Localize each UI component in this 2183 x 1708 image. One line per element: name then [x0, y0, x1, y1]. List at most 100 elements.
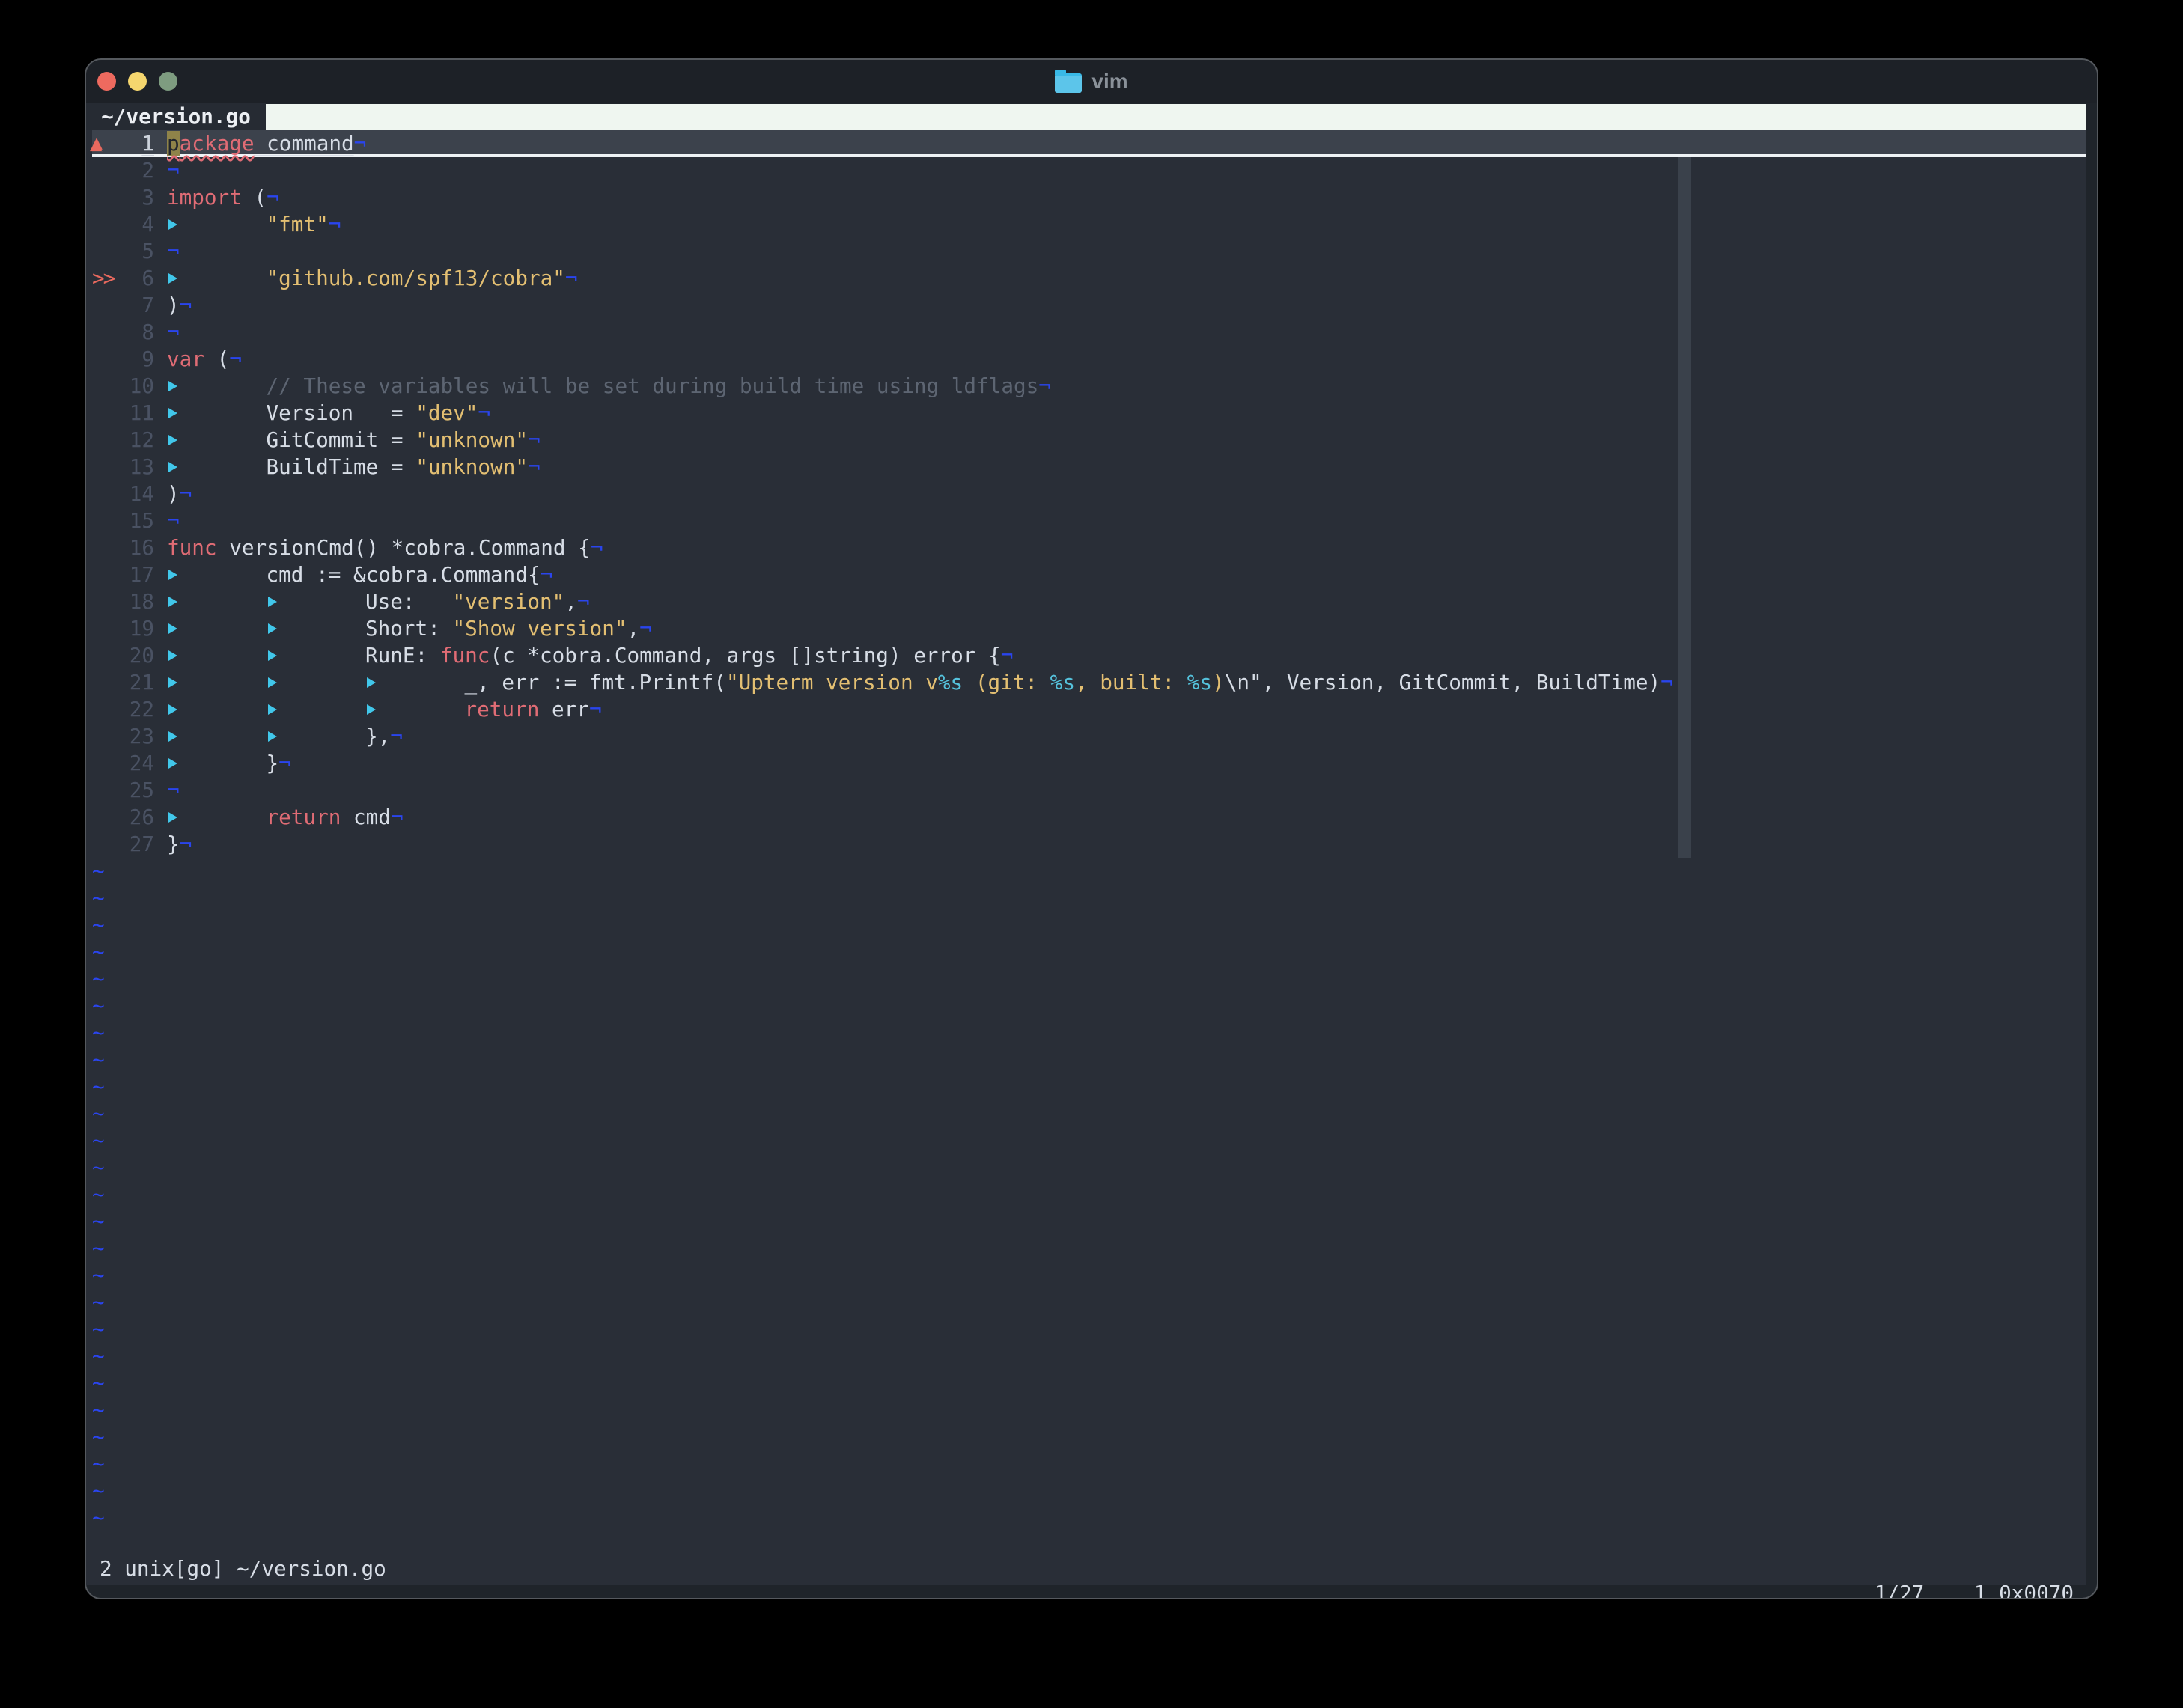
code-line[interactable]: 5 ¬ — [92, 238, 2086, 265]
tab-indent-icon — [267, 669, 366, 696]
eol-marker-icon: ¬ — [390, 724, 403, 748]
statusline: 2 unix[go] ~/version.go 1/27 1 0x0070 — [92, 1531, 2086, 1598]
line-number: 6 — [141, 266, 154, 290]
code-line[interactable]: 11 Version = "dev"¬ — [92, 400, 2086, 427]
code-token: ( — [241, 185, 267, 210]
code-line[interactable]: ▲! 1 package command¬ — [90, 130, 2086, 157]
code-line[interactable]: 10 // These variables will be set during … — [92, 373, 2086, 400]
code-line[interactable]: 22 return err¬ — [92, 696, 2086, 723]
code-line[interactable]: 2 ¬ — [92, 157, 2086, 184]
code-token: "version" — [452, 589, 565, 614]
code-line[interactable]: 3 import (¬ — [92, 184, 2086, 211]
sign-column — [92, 804, 117, 831]
code-line[interactable]: 20 RunE: func(c *cobra.Command, args []st… — [92, 642, 2086, 669]
line-number: 16 — [129, 535, 154, 560]
code-token: ) — [167, 293, 180, 317]
empty-buffer-line: ~ — [92, 1477, 2086, 1504]
line-number: 15 — [129, 508, 154, 533]
empty-line-tilde: ~ — [92, 1397, 105, 1422]
sign-column — [92, 831, 117, 858]
tab-version-go[interactable]: ~/version.go — [86, 103, 266, 130]
empty-line-tilde: ~ — [92, 966, 105, 991]
code-line[interactable]: 8 ¬ — [92, 319, 2086, 346]
tab-indent-icon — [365, 669, 465, 696]
line-number: 18 — [129, 589, 154, 614]
empty-buffer-line: ~ — [92, 1397, 2086, 1424]
code-line[interactable]: 7)¬ — [92, 292, 2086, 319]
empty-buffer-line: ~ — [92, 1073, 2086, 1100]
code-line[interactable]: 24}¬ — [92, 750, 2086, 777]
empty-buffer-line: ~ — [92, 885, 2086, 912]
code-line[interactable]: 17 cmd := &cobra.Command{¬ — [92, 561, 2086, 588]
code-line[interactable]: 15 ¬ — [92, 507, 2086, 534]
code-line[interactable]: 26 return cmd¬ — [92, 804, 2086, 831]
code-line[interactable]: 23},¬ — [92, 723, 2086, 750]
empty-line-tilde: ~ — [92, 1505, 105, 1530]
empty-buffer-line: ~ — [92, 1127, 2086, 1154]
tab-indent-icon — [167, 400, 267, 427]
empty-line-tilde: ~ — [92, 1155, 105, 1180]
code-token: %s — [937, 670, 963, 695]
titlebar[interactable]: vim — [86, 60, 2097, 103]
eol-marker-icon: ¬ — [167, 320, 180, 344]
tab-indent-icon — [267, 588, 366, 615]
tab-indent-icon — [167, 642, 267, 669]
empty-buffer-line: ~ — [92, 1504, 2086, 1531]
editor-area[interactable]: ▲! 1 package command¬ 2 ¬ 3 import (¬ 4 "fmt"¬ 5 ¬… — [86, 130, 2086, 1598]
sign-column — [92, 588, 117, 615]
code-line[interactable]: 14)¬ — [92, 481, 2086, 507]
code-line[interactable]: 12 GitCommit = "unknown"¬ — [92, 427, 2086, 454]
line-number: 19 — [129, 616, 154, 641]
code-token: "fmt" — [266, 212, 329, 237]
empty-buffer-line: ~ — [92, 1019, 2086, 1046]
line-number: 21 — [129, 670, 154, 695]
code-line[interactable]: 9 var (¬ — [92, 346, 2086, 373]
code-token: func — [167, 535, 217, 560]
sign-column — [92, 750, 117, 777]
tab-indent-icon — [167, 588, 267, 615]
code-token: GitCommit = — [266, 427, 416, 452]
empty-buffer-line: ~ — [92, 1208, 2086, 1235]
line-number: 11 — [129, 400, 154, 425]
warning-triangle-icon: ▲! — [90, 130, 106, 156]
empty-buffer-line: ~ — [92, 1262, 2086, 1289]
code-line[interactable]: 4 "fmt"¬ — [92, 211, 2086, 238]
code-token: ( — [204, 347, 230, 371]
code-line[interactable]: >> 6 "github.com/spf13/cobra"¬ — [92, 265, 2086, 292]
line-number: 22 — [129, 697, 154, 722]
sign-column — [92, 481, 117, 507]
empty-line-tilde: ~ — [92, 885, 105, 910]
line-number: 17 — [129, 562, 154, 587]
tab-indent-icon — [167, 561, 267, 588]
code-line[interactable]: 27}¬ — [92, 831, 2086, 858]
code-line[interactable]: 21 _, err := fmt.Printf("Upterm version v… — [92, 669, 2086, 696]
sign-column — [92, 211, 117, 238]
code-token: Version = — [266, 400, 416, 425]
tab-indent-icon — [267, 615, 366, 642]
code-token: Short: — [365, 616, 453, 641]
empty-buffer-line: ~ — [92, 858, 2086, 885]
code-token: RunE: — [365, 643, 440, 668]
code-token: %s — [1187, 670, 1213, 695]
sign-column — [92, 642, 117, 669]
sign-column — [92, 723, 117, 750]
tabline-fill — [266, 104, 2086, 130]
line-number: 2 — [141, 158, 154, 183]
sign-column — [92, 346, 117, 373]
code-line[interactable]: 18 Use: "version",¬ — [92, 588, 2086, 615]
tab-indent-icon — [167, 373, 267, 400]
code-line[interactable]: 13 BuildTime = "unknown"¬ — [92, 454, 2086, 481]
empty-line-tilde: ~ — [92, 1478, 105, 1503]
empty-buffer-line: ~ — [92, 966, 2086, 992]
window-title: vim — [1092, 70, 1128, 93]
eol-marker-icon: ¬ — [478, 400, 491, 425]
code-line[interactable]: 19 Short: "Show version",¬ — [92, 615, 2086, 642]
eol-marker-icon: ¬ — [1000, 643, 1014, 668]
code-line[interactable]: 25 ¬ — [92, 777, 2086, 804]
code-token: "unknown" — [415, 454, 528, 479]
empty-buffer-line: ~ — [92, 1289, 2086, 1316]
code-line[interactable]: 16 func versionCmd() *cobra.Command {¬ — [92, 534, 2086, 561]
line-number: 9 — [141, 347, 154, 371]
empty-line-tilde: ~ — [92, 1236, 105, 1260]
line-number: 1 — [141, 131, 154, 156]
